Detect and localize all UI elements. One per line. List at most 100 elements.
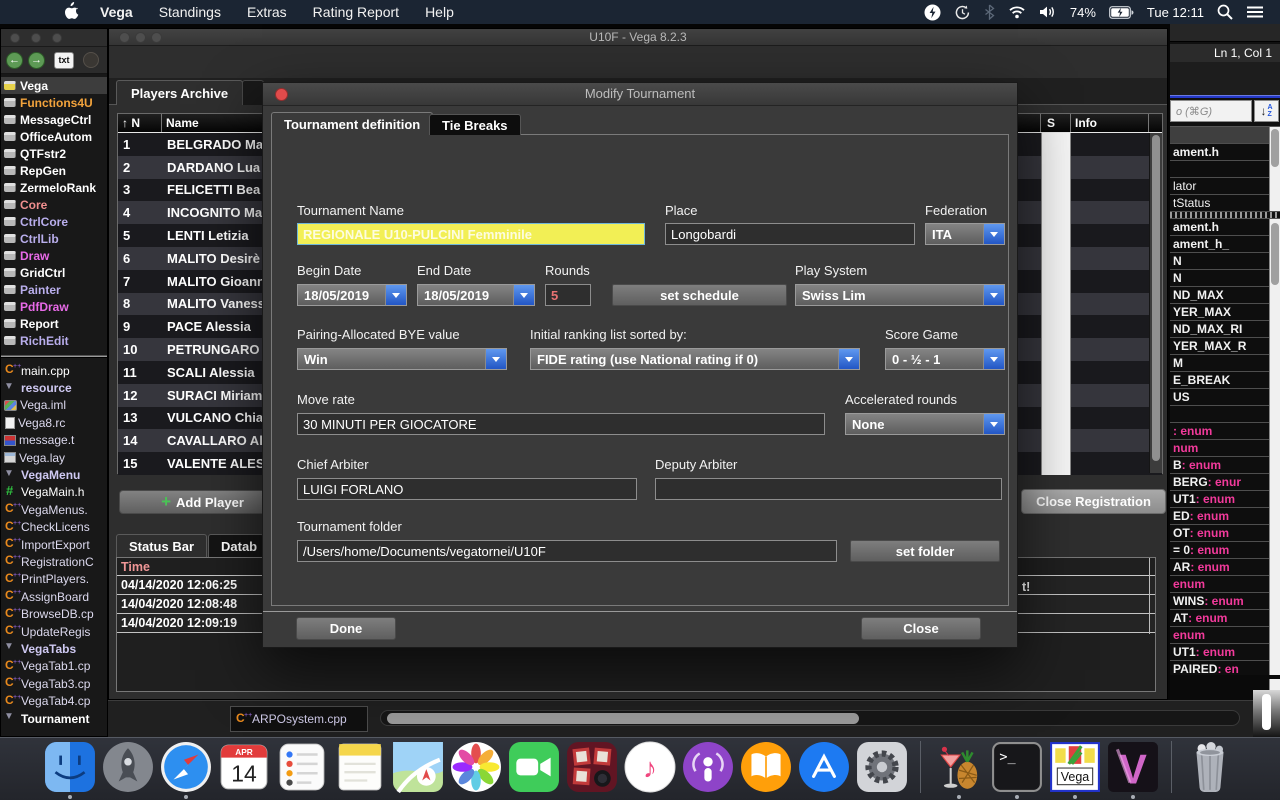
- symbol-row[interactable]: N: [1170, 253, 1280, 270]
- symbol-row[interactable]: AR : enum: [1170, 559, 1280, 576]
- symbol-row[interactable]: YER_MAX: [1170, 304, 1280, 321]
- place-input[interactable]: Longobardi: [665, 223, 915, 245]
- dock-trash[interactable]: [1184, 741, 1236, 793]
- file-item[interactable]: VegaTab3.cp: [1, 675, 107, 692]
- sort-az-button[interactable]: ↓ AZ: [1254, 100, 1279, 122]
- menu-clock[interactable]: Tue 12:11: [1147, 5, 1204, 20]
- spotlight-search-icon[interactable]: [1217, 4, 1233, 20]
- symbol-row[interactable]: [1170, 161, 1280, 178]
- package-item[interactable]: Functions4U: [1, 94, 107, 111]
- symbol-row[interactable]: E_BREAK: [1170, 372, 1280, 389]
- column-header-s[interactable]: S: [1041, 114, 1071, 132]
- file-item[interactable]: BrowseDB.cp: [1, 605, 107, 622]
- set-schedule-button[interactable]: set schedule: [612, 284, 787, 306]
- menu-standings[interactable]: Standings: [146, 4, 234, 20]
- file-item[interactable]: main.cpp: [1, 362, 107, 379]
- symbol-row[interactable]: WINS : enum: [1170, 593, 1280, 610]
- dock-cocktail[interactable]: [933, 741, 985, 793]
- dock-photo-booth[interactable]: [566, 741, 618, 793]
- dock-vega-viewer[interactable]: V: [1107, 741, 1159, 793]
- dock-facetime[interactable]: [508, 741, 560, 793]
- dock-books[interactable]: [740, 741, 792, 793]
- package-item[interactable]: CtrlCore: [1, 213, 107, 230]
- column-header-n[interactable]: ↑ N: [118, 114, 162, 132]
- symbol-row[interactable]: : enum: [1170, 423, 1280, 440]
- scrollbar-thumb[interactable]: [387, 713, 859, 724]
- package-item[interactable]: MessageCtrl: [1, 111, 107, 128]
- file-item[interactable]: VegaMenus.: [1, 501, 107, 518]
- dock-finder[interactable]: [44, 741, 96, 793]
- dock-podcasts[interactable]: [682, 741, 734, 793]
- window-close-button[interactable]: [10, 33, 20, 43]
- menu-vega[interactable]: Vega: [87, 4, 146, 20]
- dock-reminders[interactable]: [276, 741, 328, 793]
- begin-date-select[interactable]: 18/05/2019: [297, 284, 407, 306]
- volume-icon[interactable]: [1039, 5, 1057, 19]
- file-item[interactable]: VegaMain.h: [1, 484, 107, 501]
- tab-status-bar[interactable]: Status Bar: [116, 534, 207, 558]
- package-item[interactable]: ZermeloRank: [1, 179, 107, 196]
- done-button[interactable]: Done: [296, 617, 396, 640]
- file-item[interactable]: RegistrationC: [1, 553, 107, 570]
- tab-arposystem[interactable]: ARPOsystem.cpp: [230, 706, 368, 732]
- dock-calendar[interactable]: APR14: [218, 741, 270, 793]
- window-minimize-button[interactable]: [31, 33, 41, 43]
- play-system-select[interactable]: Swiss Lim: [795, 284, 1005, 306]
- deputy-arbiter-input[interactable]: [655, 478, 1002, 500]
- symbol-row[interactable]: ND_MAX_RI: [1170, 321, 1280, 338]
- tab-tournament-definition[interactable]: Tournament definition: [271, 112, 433, 135]
- dock-terminal[interactable]: >_: [991, 741, 1043, 793]
- tournament-folder-input[interactable]: /Users/home/Documents/vegatornei/U10F: [297, 540, 837, 562]
- symbol-scrollbar[interactable]: [1269, 219, 1280, 694]
- vega-titlebar[interactable]: U10F - Vega 8.2.3: [109, 29, 1167, 46]
- symbol-row[interactable]: = 0 : enum: [1170, 542, 1280, 559]
- window-close-button[interactable]: [119, 32, 130, 43]
- symbol-row[interactable]: ND_MAX: [1170, 287, 1280, 304]
- txt-view-button[interactable]: txt: [54, 52, 74, 69]
- file-item[interactable]: Vega.iml: [1, 397, 107, 414]
- package-item[interactable]: GridCtrl: [1, 264, 107, 281]
- file-item[interactable]: VegaTabs: [1, 640, 107, 657]
- symbol-row[interactable]: BERG : enur: [1170, 474, 1280, 491]
- symbol-row[interactable]: lator: [1170, 178, 1280, 195]
- menu-extras[interactable]: Extras: [234, 4, 300, 20]
- scrollbar-thumb[interactable]: [1271, 223, 1279, 285]
- symbol-row[interactable]: tStatus: [1170, 195, 1280, 212]
- close-button[interactable]: Close: [861, 617, 981, 640]
- file-item[interactable]: message.t: [1, 432, 107, 449]
- menu-help[interactable]: Help: [412, 4, 467, 20]
- dock-app-store[interactable]: [798, 741, 850, 793]
- ranking-select[interactable]: FIDE rating (use National rating if 0): [530, 348, 860, 370]
- symbol-row[interactable]: [1170, 127, 1280, 144]
- dock-photos[interactable]: [450, 741, 502, 793]
- tab-tie-breaks[interactable]: Tie Breaks: [429, 114, 521, 135]
- set-folder-button[interactable]: set folder: [850, 540, 1000, 562]
- assist-icon[interactable]: [83, 52, 99, 68]
- file-item[interactable]: UpdateRegis: [1, 623, 107, 640]
- symbol-row[interactable]: N: [1170, 270, 1280, 287]
- symbol-row[interactable]: [1170, 406, 1280, 423]
- symbol-row[interactable]: num: [1170, 440, 1280, 457]
- dock-notes[interactable]: [334, 741, 386, 793]
- score-game-select[interactable]: 0 - ½ - 1: [885, 348, 1005, 370]
- window-minimize-button[interactable]: [135, 32, 146, 43]
- move-rate-input[interactable]: 30 MINUTI PER GIOCATORE: [297, 413, 825, 435]
- file-item[interactable]: VegaTab4.cp: [1, 692, 107, 709]
- package-item[interactable]: PdfDraw: [1, 298, 107, 315]
- dock-launchpad[interactable]: [102, 741, 154, 793]
- dock-itunes[interactable]: ♪: [624, 741, 676, 793]
- tab-hidden-fragment[interactable]: [242, 80, 264, 105]
- tab-players-archive[interactable]: Players Archive: [116, 80, 243, 105]
- package-item[interactable]: Draw: [1, 247, 107, 264]
- back-button[interactable]: ←: [6, 52, 23, 69]
- tournament-name-input[interactable]: REGIONALE U10-PULCINI Femminile: [297, 223, 645, 245]
- file-item[interactable]: ImportExport: [1, 536, 107, 553]
- dialog-titlebar[interactable]: Modify Tournament: [263, 83, 1017, 106]
- file-item[interactable]: VegaTab1.cp: [1, 658, 107, 675]
- package-item[interactable]: QTFstr2: [1, 145, 107, 162]
- symbol-row[interactable]: US: [1170, 389, 1280, 406]
- menu-rating-report[interactable]: Rating Report: [300, 4, 412, 20]
- window-zoom-button[interactable]: [52, 33, 62, 43]
- bluetooth-icon[interactable]: [984, 4, 995, 20]
- file-item[interactable]: resource: [1, 379, 107, 396]
